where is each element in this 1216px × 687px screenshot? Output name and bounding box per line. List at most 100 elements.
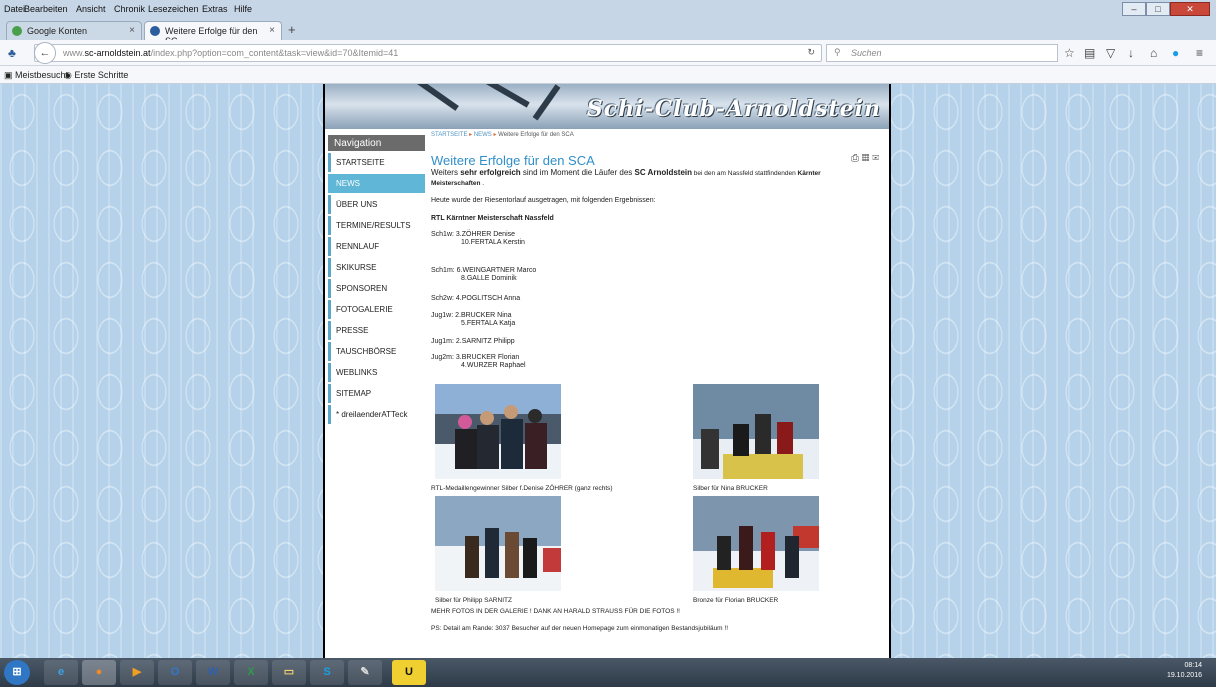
tab-bar: Google Konten × Weitere Erfolge für den … (0, 18, 1216, 46)
site-container: Schi-Club-Arnoldstein Navigation STARTSE… (323, 84, 891, 658)
breadcrumb: STARTSEITE ▸ NEWS ▸ Weitere Erfolge für … (431, 131, 881, 138)
close-window-button[interactable]: ✕ (1170, 2, 1210, 16)
site-banner: Schi-Club-Arnoldstein (325, 84, 889, 129)
outlook-icon[interactable]: O (158, 660, 192, 685)
reader-icon[interactable]: ▤ (1084, 46, 1095, 60)
close-tab-icon[interactable]: × (129, 25, 135, 36)
skype-icon[interactable]: ● (1172, 46, 1179, 60)
home-icon[interactable]: ⌂ (1150, 46, 1157, 60)
pocket-icon[interactable]: ▽ (1106, 46, 1115, 60)
download-icon[interactable]: ↓ (1128, 46, 1134, 60)
site-title: Schi-Club-Arnoldstein (586, 96, 881, 122)
start-button[interactable]: ⊞ (4, 660, 30, 685)
sidebar-item-dreilaendereck[interactable]: * dreilaenderATTeck (328, 405, 425, 424)
menu-hilfe[interactable]: Hilfe (234, 4, 252, 14)
url-prefix: www. (63, 48, 85, 58)
bookmarks-toolbar: ▣ Meistbesucht ◉ Erste Schritte (0, 66, 1216, 84)
result-jug1m: Jug1m: 2.SARNITZ Philipp (431, 338, 515, 346)
menu-icon[interactable]: ≡ (1196, 46, 1203, 60)
word-icon[interactable]: W (196, 660, 230, 685)
result-jug1w: Jug1w: 2.BRUCKER Nina 5.FERTALA Katja (431, 312, 515, 328)
clock-time[interactable]: 08:14 (1167, 661, 1202, 671)
breadcrumb-news[interactable]: NEWS (474, 132, 492, 138)
firefox-icon[interactable]: ● (82, 660, 116, 685)
search-input[interactable]: ⚲ Suchen (826, 44, 1058, 62)
sidebar-item-termine-results[interactable]: TERMINE/RESULTS (328, 216, 425, 235)
maximize-button[interactable]: □ (1146, 2, 1170, 16)
sidebar-item-fotogalerie[interactable]: FOTOGALERIE (328, 300, 425, 319)
url-bar[interactable]: www.sc-arnoldstein.at/index.php?option=c… (34, 44, 822, 62)
navigation-header: Navigation (328, 135, 425, 151)
media-player-icon[interactable]: ▶ (120, 660, 154, 685)
article-paragraph: Heute wurde der Riesentorlauf ausgetrage… (431, 197, 656, 204)
sidebar-item-sitemap[interactable]: SITEMAP (328, 384, 425, 403)
article-intro: Weiters sehr erfolgreich sind im Moment … (431, 168, 861, 188)
breadcrumb-startseite[interactable]: STARTSEITE (431, 132, 467, 138)
search-placeholder: Suchen (851, 48, 882, 58)
navigation-bar: ♣ www.sc-arnoldstein.at/index.php?option… (0, 40, 1216, 66)
sidebar-item-news[interactable]: NEWS (328, 174, 425, 193)
sidebar-item-rennlauf[interactable]: RENNLAUF (328, 237, 425, 256)
intro-text: sind im Moment die Läufer des (520, 168, 635, 177)
result-line: Sch1w: 3.ZÖHRER Denise (431, 231, 516, 238)
sidebar-item-skikurse[interactable]: SKIKURSE (328, 258, 425, 277)
sidebar-item-ueber-uns[interactable]: ÜBER UNS (328, 195, 425, 214)
sidebar-item-tauschboerse[interactable]: TAUSCHBÖRSE (328, 342, 425, 361)
photo-florian-brucker[interactable] (693, 496, 819, 591)
intro-text: . (480, 180, 485, 187)
result-sch1w: Sch1w: 3.ZÖHRER Denise 10.FERTALA Kersti… (431, 231, 525, 247)
internet-explorer-icon[interactable]: e (44, 660, 78, 685)
ps-text: PS: Detail am Rande: 3037 Besucher auf d… (431, 625, 729, 632)
minimize-button[interactable]: – (1122, 2, 1146, 16)
bookmark-label: Meistbesucht (15, 70, 69, 80)
new-tab-icon[interactable]: + (288, 22, 296, 37)
result-line: Sch2w: 4.POGLITSCH Anna (431, 295, 521, 302)
image-editor-icon[interactable]: ✎ (348, 660, 382, 685)
pdf-icon[interactable]: ⎙ (851, 153, 859, 164)
email-icon[interactable]: ✉ (872, 153, 879, 164)
search-icon: ⚲ (834, 47, 841, 57)
reload-icon[interactable]: ↻ (807, 47, 815, 58)
menu-chronik[interactable]: Chronik (114, 4, 145, 14)
photo-caption: RTL-Medaillengewinner Silber f.Denise ZÖ… (431, 485, 613, 492)
close-tab-icon[interactable]: × (269, 25, 275, 36)
clock-date[interactable]: 19.10.2016 (1167, 671, 1202, 681)
breadcrumb-current: Weitere Erfolge für den SCA (498, 132, 574, 138)
ultra-app-icon[interactable]: U (392, 660, 426, 685)
tab-weitere-erfolge[interactable]: Weitere Erfolge für den SC... × (144, 21, 282, 46)
back-button[interactable]: ← (34, 42, 56, 64)
print-icon[interactable]: ▦ (862, 153, 870, 164)
skype-taskbar-icon[interactable]: S (310, 660, 344, 685)
menu-extras[interactable]: Extras (202, 4, 228, 14)
result-line: Sch1m: 6.WEINGARTNER Marco (431, 267, 537, 274)
result-sch1m: Sch1m: 6.WEINGARTNER Marco 8.GALLE Domin… (431, 267, 536, 283)
window-controls: – □ ✕ (1122, 2, 1210, 16)
excel-icon[interactable]: X (234, 660, 268, 685)
identity-icon[interactable]: ♣ (8, 46, 16, 60)
photo-medal-winners[interactable] (435, 384, 561, 479)
tab-google-konten[interactable]: Google Konten × (6, 21, 142, 40)
system-tray: 08:14 19.10.2016 (1167, 661, 1202, 681)
menu-ansicht[interactable]: Ansicht (76, 4, 106, 14)
sidebar-navigation: Navigation STARTSEITE NEWS ÜBER UNS TERM… (328, 135, 425, 424)
sidebar-item-startseite[interactable]: STARTSEITE (328, 153, 425, 172)
menu-bearbeiten[interactable]: Bearbeiten (24, 4, 68, 14)
site-favicon-icon (150, 26, 160, 36)
article-content: STARTSEITE ▸ NEWS ▸ Weitere Erfolge für … (431, 131, 881, 632)
bookmark-star-icon[interactable]: ☆ (1064, 46, 1075, 60)
menu-lesezeichen[interactable]: Lesezeichen (148, 4, 199, 14)
result-jug2m: Jug2m: 3.BRUCKER Florian 4.WURZER Raphae… (431, 354, 526, 370)
sidebar-item-weblinks[interactable]: WEBLINKS (328, 363, 425, 382)
bookmark-meistbesucht[interactable]: ▣ Meistbesucht (4, 70, 68, 81)
intro-bold: sehr erfolgreich (460, 168, 521, 177)
result-sch2w: Sch2w: 4.POGLITSCH Anna (431, 295, 520, 303)
photo-nina-brucker[interactable] (693, 384, 819, 479)
bookmark-erste-schritte[interactable]: ◉ Erste Schritte (64, 70, 128, 81)
result-line: 4.WURZER Raphael (461, 362, 526, 369)
menu-bar: Datei Bearbeiten Ansicht Chronik Lesezei… (0, 0, 1216, 18)
sidebar-item-presse[interactable]: PRESSE (328, 321, 425, 340)
sidebar-item-sponsoren[interactable]: SPONSOREN (328, 279, 425, 298)
menu-datei[interactable]: Datei (4, 4, 25, 14)
explorer-folder-icon[interactable]: ▭ (272, 660, 306, 685)
photo-philipp-sarnitz[interactable] (435, 496, 561, 591)
